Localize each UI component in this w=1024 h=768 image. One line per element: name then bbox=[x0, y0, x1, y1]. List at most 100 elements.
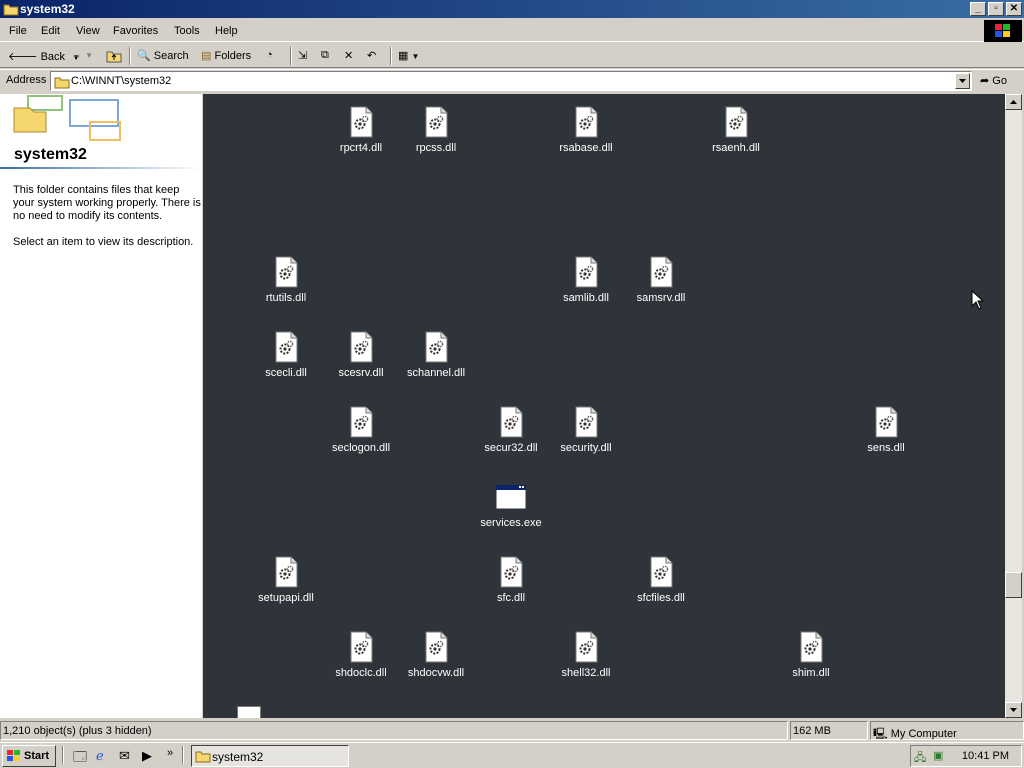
address-input[interactable]: C:\WINNT\system32 bbox=[50, 71, 972, 91]
file-name: samsrv.dll bbox=[636, 292, 686, 304]
folder-icon bbox=[54, 77, 70, 89]
file-item[interactable]: samlib.dll bbox=[546, 256, 626, 304]
history-button[interactable]: ◔ bbox=[266, 49, 273, 61]
back-arrow-icon: 🡐 bbox=[8, 51, 38, 63]
back-button[interactable]: 🡐 Back ▼ bbox=[8, 49, 80, 63]
chevron-down-icon bbox=[959, 79, 966, 83]
menu-tools[interactable]: Tools bbox=[174, 25, 200, 37]
file-name: schannel.dll bbox=[406, 367, 466, 379]
media-player-icon[interactable]: ▶ bbox=[142, 748, 152, 764]
history-icon: ◔ bbox=[266, 49, 273, 61]
file-item[interactable]: scesrv.dll bbox=[321, 331, 401, 379]
file-item[interactable]: samsrv.dll bbox=[621, 256, 701, 304]
windows-flag-icon bbox=[995, 24, 1011, 38]
dll-file-icon bbox=[345, 106, 377, 138]
status-bar: 1,210 object(s) (plus 3 hidden) 162 MB 🖳… bbox=[0, 720, 1024, 741]
file-name: shim.dll bbox=[792, 667, 830, 679]
taskbar: Start 🗔 ℯ ✉ ▶ » system32 🖧 ▣ 10:41 PM bbox=[0, 742, 1024, 768]
file-item[interactable]: seclogon.dll bbox=[321, 406, 401, 454]
folder-icon bbox=[3, 4, 19, 16]
file-item[interactable]: shdocvw.dll bbox=[396, 631, 476, 679]
close-button[interactable]: ✕ bbox=[1006, 2, 1022, 16]
arrow-down-icon bbox=[1010, 708, 1017, 712]
file-view[interactable]: rpcrt4.dll rpcss.dll rsabase.dll rsaenh.dll… bbox=[203, 94, 1005, 718]
windows-flag-icon bbox=[7, 750, 21, 762]
menu-edit[interactable]: Edit bbox=[41, 25, 60, 37]
file-item[interactable]: security.dll bbox=[546, 406, 626, 454]
forward-arrow-icon: → bbox=[71, 49, 82, 61]
clock[interactable]: 10:41 PM bbox=[962, 750, 1009, 762]
zone-indicator: 🖳 My Computer bbox=[870, 721, 1024, 740]
windows-logo bbox=[984, 20, 1022, 42]
dll-file-icon bbox=[795, 631, 827, 663]
folders-button[interactable]: ▤ Folders bbox=[201, 49, 251, 62]
start-button[interactable]: Start bbox=[2, 745, 56, 767]
quicklaunch-overflow-icon[interactable]: » bbox=[167, 747, 173, 759]
file-item[interactable]: rtutils.dll bbox=[246, 256, 326, 304]
partial-file-icon[interactable] bbox=[237, 706, 261, 718]
file-item[interactable]: secur32.dll bbox=[471, 406, 551, 454]
search-icon: 🔍 bbox=[137, 50, 151, 62]
file-item[interactable]: schannel.dll bbox=[396, 331, 476, 379]
menu-file[interactable]: File bbox=[9, 25, 27, 37]
search-button[interactable]: 🔍 Search bbox=[137, 49, 189, 62]
scroll-thumb[interactable] bbox=[1005, 572, 1022, 598]
dll-file-icon bbox=[645, 256, 677, 288]
go-button[interactable]: ➦ Go bbox=[980, 74, 1007, 87]
left-info-pane: system32 This folder contains files that… bbox=[0, 94, 202, 718]
vertical-scrollbar[interactable] bbox=[1005, 94, 1022, 718]
file-name: setupapi.dll bbox=[258, 592, 314, 604]
arrow-up-icon bbox=[1010, 100, 1017, 104]
show-desktop-icon[interactable]: 🗔 bbox=[73, 748, 87, 768]
internet-explorer-icon[interactable]: ℯ bbox=[96, 748, 104, 764]
file-name: rpcss.dll bbox=[415, 142, 457, 154]
file-item[interactable]: rpcss.dll bbox=[396, 106, 476, 154]
file-item[interactable]: sfc.dll bbox=[471, 556, 551, 604]
file-item[interactable]: services.exe bbox=[471, 481, 551, 529]
maximize-button[interactable]: ▫ bbox=[988, 2, 1004, 16]
outlook-express-icon[interactable]: ✉ bbox=[119, 748, 130, 764]
file-item[interactable]: scecli.dll bbox=[246, 331, 326, 379]
menu-view[interactable]: View bbox=[76, 25, 100, 37]
address-dropdown-button[interactable] bbox=[955, 73, 970, 89]
file-item[interactable]: sens.dll bbox=[846, 406, 926, 454]
file-name: sens.dll bbox=[867, 442, 905, 454]
dll-file-icon bbox=[870, 406, 902, 438]
dll-file-icon bbox=[420, 331, 452, 363]
file-name: sfc.dll bbox=[496, 592, 526, 604]
file-name: scecli.dll bbox=[265, 367, 307, 379]
minimize-button[interactable]: _ bbox=[970, 2, 986, 16]
dll-file-icon bbox=[570, 256, 602, 288]
taskbar-window-system32[interactable]: system32 bbox=[191, 745, 349, 767]
file-name: scesrv.dll bbox=[338, 367, 384, 379]
menu-favorites[interactable]: Favorites bbox=[113, 25, 158, 37]
file-item[interactable]: setupapi.dll bbox=[246, 556, 326, 604]
title-bar[interactable]: system32 _ ▫ ✕ bbox=[0, 0, 1024, 18]
file-item[interactable]: rsabase.dll bbox=[546, 106, 626, 154]
file-item[interactable]: sfcfiles.dll bbox=[621, 556, 701, 604]
copy-to-button[interactable]: ⧉ bbox=[321, 49, 329, 62]
file-item[interactable]: rsaenh.dll bbox=[696, 106, 776, 154]
file-item[interactable]: shell32.dll bbox=[546, 631, 626, 679]
file-name: shdocvw.dll bbox=[407, 667, 465, 679]
chevron-down-icon: ▼ bbox=[411, 52, 420, 61]
forward-button[interactable]: → ▼ bbox=[71, 49, 93, 61]
views-button[interactable]: ▦ ▼ bbox=[398, 49, 419, 62]
move-to-button[interactable]: ⇲ bbox=[298, 49, 307, 62]
up-folder-button[interactable] bbox=[106, 49, 122, 66]
network-icon[interactable]: 🖧 bbox=[914, 749, 926, 768]
file-item[interactable]: shdoclc.dll bbox=[321, 631, 401, 679]
file-name: secur32.dll bbox=[484, 442, 538, 454]
dll-file-icon bbox=[420, 106, 452, 138]
volume-icon[interactable]: ▣ bbox=[933, 749, 943, 762]
scroll-down-button[interactable] bbox=[1005, 702, 1022, 718]
dll-file-icon bbox=[345, 631, 377, 663]
file-item[interactable]: shim.dll bbox=[771, 631, 851, 679]
menu-help[interactable]: Help bbox=[215, 25, 238, 37]
undo-button[interactable]: ↶ bbox=[367, 49, 376, 62]
address-label: Address bbox=[6, 74, 47, 86]
mouse-cursor-icon bbox=[971, 290, 985, 310]
file-item[interactable]: rpcrt4.dll bbox=[321, 106, 401, 154]
delete-button[interactable]: ✕ bbox=[344, 49, 353, 62]
scroll-up-button[interactable] bbox=[1005, 94, 1022, 110]
